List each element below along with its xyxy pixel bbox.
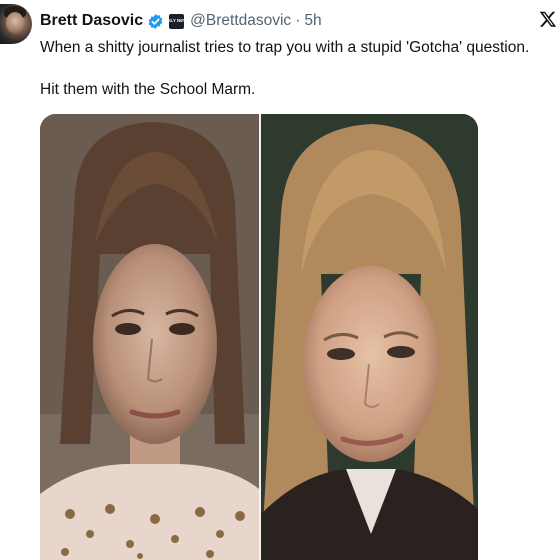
tweet-text-line2: Hit them with the School Marm.	[40, 81, 256, 98]
tweet-media[interactable]	[40, 114, 478, 560]
author-name[interactable]: Brett Dasovic	[40, 12, 143, 30]
tweet-header: Brett Dasovic DAILY NEWS @Brettdasovic ·…	[40, 10, 322, 32]
author-handle[interactable]: @Brettdasovic	[190, 12, 291, 30]
photo-left-illustration	[40, 114, 259, 560]
tweet-text-line1: When a shitty journalist tries to trap y…	[40, 39, 530, 56]
avatar-face	[6, 12, 24, 34]
timestamp[interactable]: 5h	[304, 12, 321, 30]
x-logo-icon[interactable]	[538, 10, 558, 30]
verified-badge-icon	[147, 13, 164, 30]
media-photo-left[interactable]	[40, 114, 259, 560]
media-photo-right[interactable]	[261, 114, 478, 560]
dot-separator: ·	[295, 12, 301, 29]
avatar[interactable]	[0, 4, 32, 44]
affiliate-badge-icon[interactable]: DAILY NEWS	[163, 13, 191, 29]
photo-right-illustration	[261, 114, 478, 560]
